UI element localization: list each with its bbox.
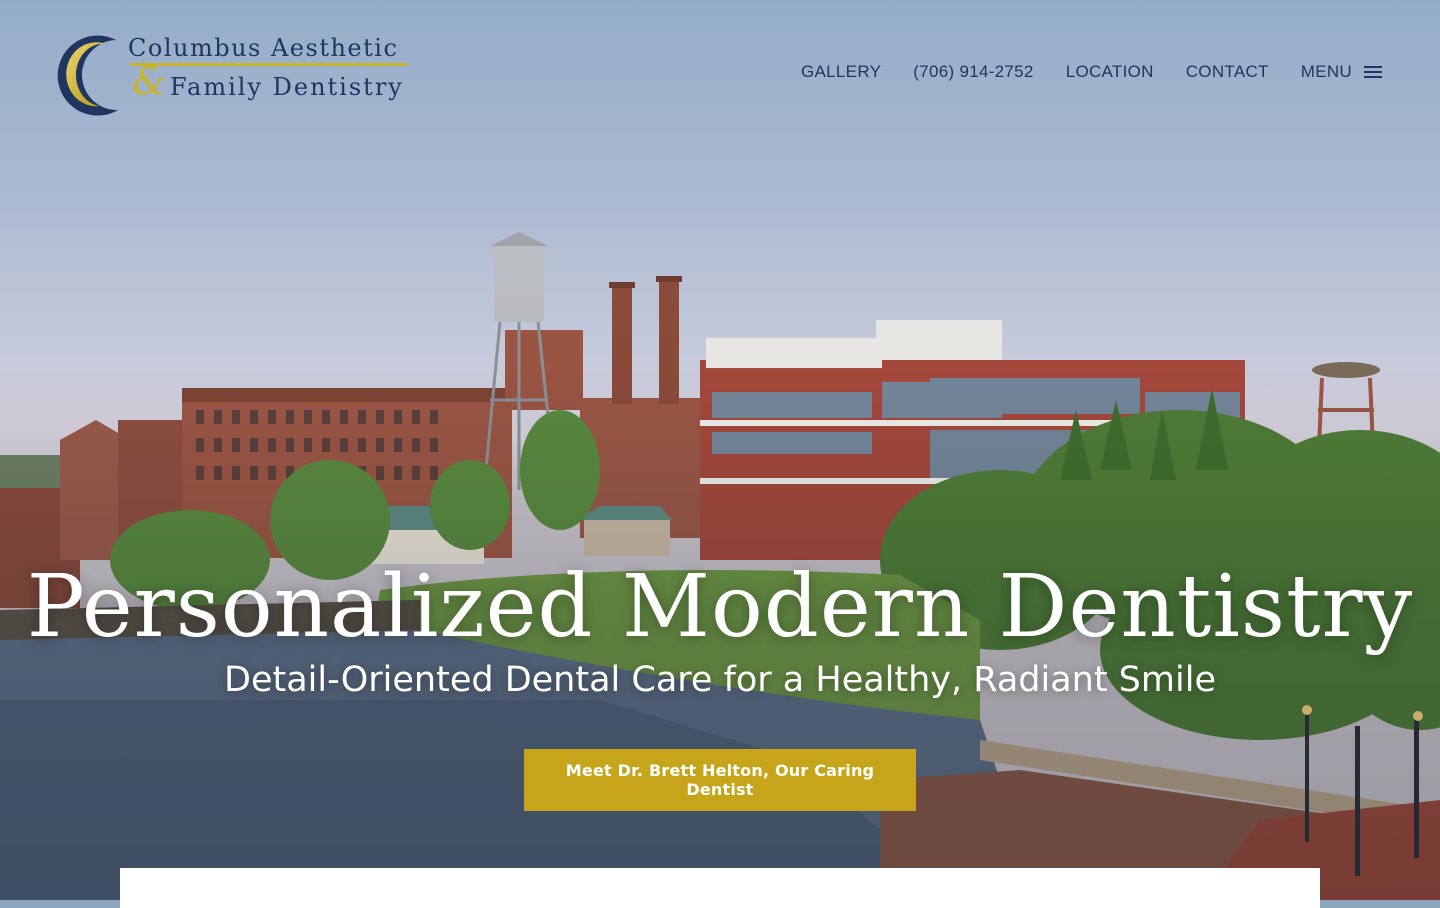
logo-text-line1: Columbus Aesthetic: [128, 34, 399, 62]
content-card-top: [120, 868, 1320, 908]
nav-phone[interactable]: (706) 914-2752: [913, 62, 1033, 82]
nav-gallery[interactable]: GALLERY: [801, 62, 881, 82]
hero-title: Personalized Modern Dentistry: [26, 557, 1414, 657]
hero-subtitle: Detail-Oriented Dental Care for a Health…: [224, 660, 1216, 700]
crescent-logo-icon: [57, 35, 118, 116]
main-nav: GALLERY (706) 914-2752 LOCATION CONTACT …: [801, 62, 1382, 82]
menu-button[interactable]: MENU: [1301, 62, 1382, 82]
logo-ampersand: &: [132, 59, 166, 103]
menu-label: MENU: [1300, 62, 1352, 81]
site-logo[interactable]: Columbus Aesthetic & Family Dentistry: [46, 32, 416, 116]
meet-dentist-button[interactable]: Meet Dr. Brett Helton, Our Caring Dentis…: [524, 749, 916, 811]
hamburger-icon: [1364, 65, 1382, 79]
site-header: Columbus Aesthetic & Family Dentistry GA…: [0, 0, 1440, 150]
nav-contact[interactable]: CONTACT: [1186, 62, 1269, 82]
logo-divider: [130, 63, 408, 66]
logo-text-line2: Family Dentistry: [170, 73, 404, 101]
nav-location[interactable]: LOCATION: [1066, 62, 1154, 82]
